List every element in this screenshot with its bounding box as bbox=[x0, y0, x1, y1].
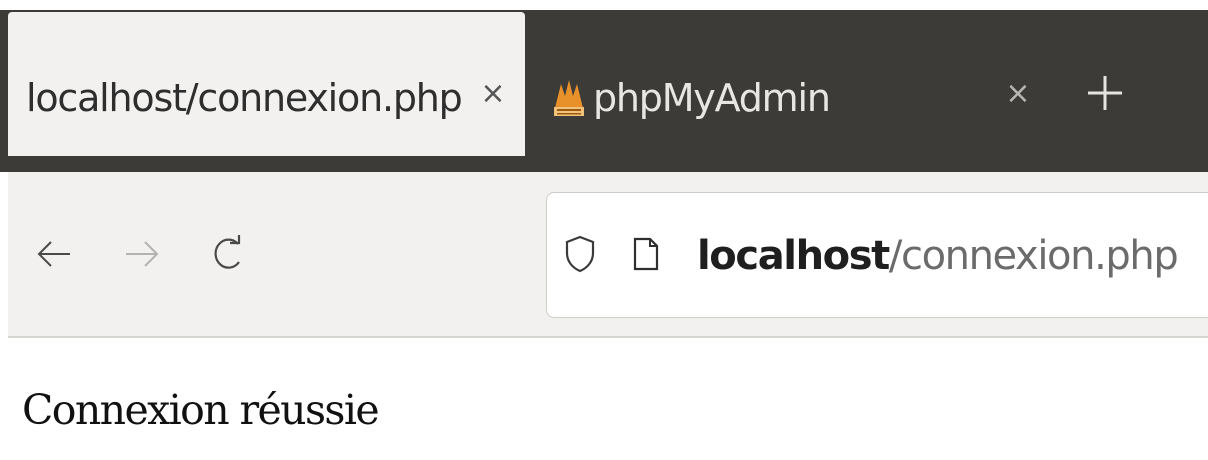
url-host: localhost bbox=[697, 233, 890, 279]
tab-strip: localhost/connexion.php × phpMyAdmin × bbox=[0, 0, 1208, 172]
arrow-left-icon bbox=[37, 241, 70, 267]
page-icon[interactable] bbox=[633, 237, 659, 271]
shield-icon[interactable] bbox=[565, 235, 595, 273]
forward-button[interactable] bbox=[122, 234, 162, 274]
tab-close-button[interactable]: × bbox=[1003, 72, 1033, 116]
arrow-right-icon bbox=[126, 241, 159, 267]
page-content: Connexion réussie bbox=[0, 338, 1208, 460]
tab-title: localhost/connexion.php bbox=[26, 76, 463, 120]
connection-success-message: Connexion réussie bbox=[22, 386, 380, 434]
browser-window: localhost/connexion.php × phpMyAdmin × l… bbox=[0, 0, 1208, 460]
back-button[interactable] bbox=[34, 234, 74, 274]
url-bar[interactable]: localhost/connexion.php bbox=[546, 192, 1208, 318]
plus-icon bbox=[1088, 76, 1122, 110]
tab-title: phpMyAdmin bbox=[593, 76, 831, 120]
tab-close-button[interactable]: × bbox=[478, 72, 508, 116]
navigation-toolbar: localhost/connexion.php bbox=[8, 172, 1208, 338]
phpmyadmin-favicon-icon bbox=[551, 78, 587, 118]
tab-localhost-connexion[interactable]: localhost/connexion.php × bbox=[8, 12, 525, 156]
new-tab-button[interactable] bbox=[1082, 70, 1128, 116]
reload-icon bbox=[214, 235, 241, 269]
tab-phpmyadmin[interactable]: phpMyAdmin × bbox=[535, 12, 1055, 156]
url-path: /connexion.php bbox=[888, 233, 1179, 279]
url-text[interactable]: localhost/connexion.php bbox=[697, 233, 1179, 279]
reload-button[interactable] bbox=[208, 234, 248, 274]
